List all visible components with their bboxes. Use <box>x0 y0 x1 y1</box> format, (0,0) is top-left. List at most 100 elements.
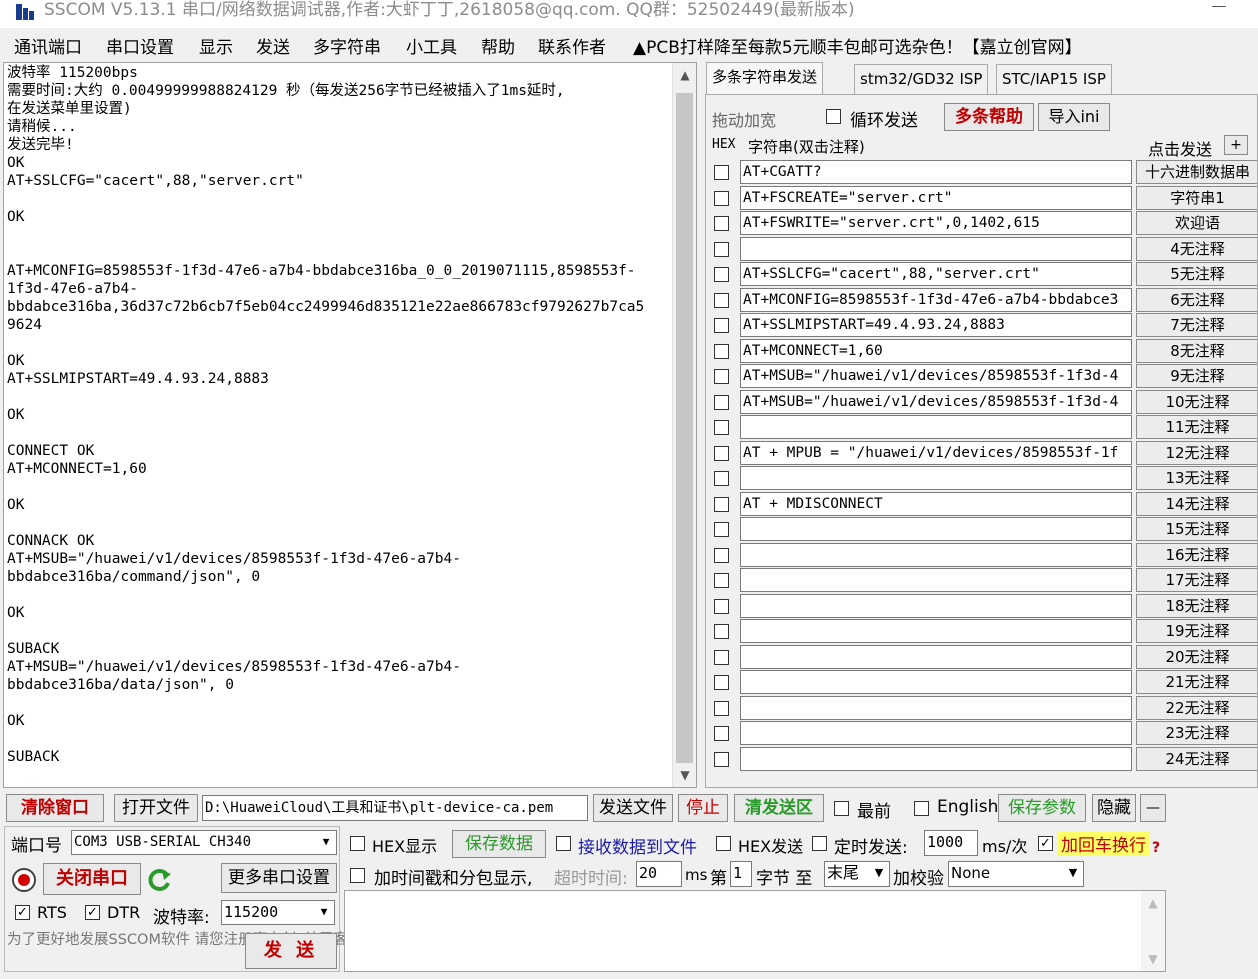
chevron-down-icon[interactable]: ▼ <box>314 901 334 924</box>
string-input[interactable]: AT+SSLMIPSTART=49.4.93.24,8883 <box>740 313 1132 337</box>
hex-display-checkbox[interactable] <box>350 836 365 851</box>
row-send-button[interactable]: 14无注释 <box>1136 491 1257 516</box>
save-params-button[interactable]: 保存参数 <box>998 794 1086 822</box>
chevron-down-icon[interactable]: ▼ <box>316 831 336 854</box>
tab-stm32-isp[interactable]: stm32/GD32 ISP <box>854 64 989 94</box>
string-input[interactable] <box>740 517 1132 541</box>
row-send-button[interactable]: 15无注释 <box>1136 517 1257 541</box>
row-send-button[interactable]: 24无注释 <box>1136 746 1257 771</box>
scrollbar-thumb[interactable] <box>676 93 693 763</box>
row-send-button[interactable]: 21无注释 <box>1136 670 1257 694</box>
timed-send-checkbox[interactable] <box>812 836 827 851</box>
string-input[interactable]: AT + MPUB = "/huawei/v1/devices/8598553f… <box>740 440 1132 465</box>
send-scrollbar[interactable]: ▲ ▼ <box>1141 891 1165 971</box>
hide-button[interactable]: 隐藏 <box>1092 794 1136 822</box>
scroll-up-icon[interactable]: ▲ <box>673 63 697 87</box>
hex-checkbox[interactable] <box>714 292 729 308</box>
string-input[interactable]: AT+MCONNECT=1,60 <box>740 338 1132 363</box>
string-input[interactable] <box>740 466 1132 490</box>
more-serial-settings-button[interactable]: 更多串口设置 <box>221 863 337 893</box>
row-send-button[interactable]: 11无注释 <box>1136 415 1257 439</box>
scroll-down-icon[interactable]: ▼ <box>1141 947 1165 971</box>
refresh-icon[interactable] <box>147 867 173 893</box>
row-send-button[interactable]: 16无注释 <box>1136 542 1257 567</box>
menu-serial-settings[interactable]: 串口设置 <box>106 33 174 58</box>
menu-help[interactable]: 帮助 <box>481 33 515 58</box>
string-input[interactable] <box>740 619 1132 643</box>
string-input[interactable] <box>740 568 1132 592</box>
row-send-button[interactable]: 6无注释 <box>1136 287 1257 312</box>
string-input[interactable] <box>740 670 1132 694</box>
dtr-checkbox[interactable] <box>85 905 100 920</box>
string-input[interactable] <box>740 721 1132 745</box>
string-input[interactable]: AT+FSWRITE="server.crt",0,1402,615 <box>740 211 1132 235</box>
menu-contact-author[interactable]: 联系作者 <box>538 33 606 58</box>
string-input[interactable] <box>740 695 1132 720</box>
hex-checkbox[interactable] <box>714 522 729 537</box>
hex-send-checkbox[interactable] <box>716 836 731 851</box>
string-input[interactable]: AT+MSUB="/huawei/v1/devices/8598553f-1f3… <box>740 364 1132 388</box>
row-send-button[interactable]: 4无注释 <box>1136 236 1257 261</box>
string-input[interactable] <box>740 644 1132 669</box>
menu-tools[interactable]: 小工具 <box>406 33 457 58</box>
hex-checkbox[interactable] <box>714 700 729 716</box>
row-send-button[interactable]: 10无注释 <box>1136 389 1257 414</box>
close-port-button[interactable]: 关闭串口 <box>43 863 141 895</box>
string-input[interactable] <box>740 415 1132 439</box>
chevron-down-icon[interactable]: ▼ <box>1063 862 1083 886</box>
hex-checkbox[interactable] <box>714 369 729 384</box>
row-send-button[interactable]: 7无注释 <box>1136 313 1257 337</box>
end-select[interactable]: 末尾 ▼ <box>824 861 890 887</box>
receive-area[interactable]: 波特率 115200bps 需要时间:大约 0.0049999998882412… <box>3 62 697 788</box>
row-send-button[interactable]: 十六进制数据串 <box>1136 160 1257 184</box>
hex-checkbox[interactable] <box>714 649 729 665</box>
string-input[interactable]: AT+FSCREATE="server.crt" <box>740 185 1132 210</box>
drag-widen-label[interactable]: 拖动加宽 <box>712 107 776 131</box>
menu-comm-port[interactable]: 通讯端口 <box>14 33 82 58</box>
send-file-button[interactable]: 发送文件 <box>593 794 673 822</box>
open-file-button[interactable]: 打开文件 <box>114 794 198 822</box>
menu-send[interactable]: 发送 <box>256 33 290 58</box>
clear-window-button[interactable]: 清除窗口 <box>6 794 104 822</box>
row-send-button[interactable]: 字符串1 <box>1136 185 1257 210</box>
row-send-button[interactable]: 22无注释 <box>1136 695 1257 720</box>
checksum-select[interactable]: None ▼ <box>948 861 1084 887</box>
row-send-button[interactable]: 13无注释 <box>1136 466 1257 490</box>
chevron-down-icon[interactable]: ▼ <box>869 862 889 886</box>
row-send-button[interactable]: 23无注释 <box>1136 721 1257 745</box>
save-data-button[interactable]: 保存数据 <box>452 830 546 858</box>
row-send-button[interactable]: 8无注释 <box>1136 338 1257 363</box>
hex-checkbox[interactable] <box>714 471 729 486</box>
hex-checkbox[interactable] <box>714 394 729 410</box>
menu-promo-link[interactable]: ▲PCB打样降至每款5元顺丰包邮可选杂色！【嘉立创官网】 <box>633 33 1082 58</box>
hex-checkbox[interactable] <box>714 726 729 741</box>
hex-checkbox[interactable] <box>714 624 729 639</box>
timestamp-checkbox[interactable] <box>350 868 365 883</box>
baud-rate-select[interactable]: 115200 ▼ <box>221 900 335 925</box>
row-send-button[interactable]: 9无注释 <box>1136 364 1257 388</box>
rts-checkbox[interactable] <box>15 905 30 920</box>
hex-checkbox[interactable] <box>714 190 729 206</box>
tab-multi-string[interactable]: 多条字符串发送 <box>706 62 824 94</box>
menu-display[interactable]: 显示 <box>199 33 233 58</box>
byte-index-input[interactable]: 1 <box>730 861 752 887</box>
hex-checkbox[interactable] <box>714 547 729 563</box>
loop-send-checkbox[interactable] <box>826 109 841 124</box>
row-send-button[interactable]: 5无注释 <box>1136 262 1257 286</box>
topmost-checkbox[interactable] <box>834 801 849 816</box>
import-ini-button[interactable]: 导入ini <box>1038 103 1110 131</box>
interval-input[interactable]: 1000 <box>924 830 978 856</box>
hex-checkbox[interactable] <box>714 675 729 690</box>
row-send-button[interactable]: 19无注释 <box>1136 619 1257 643</box>
scroll-up-icon[interactable]: ▲ <box>1141 891 1165 915</box>
hex-checkbox[interactable] <box>714 267 729 282</box>
string-input[interactable] <box>740 593 1132 618</box>
string-input[interactable]: AT+SSLCFG="cacert",88,"server.crt" <box>740 262 1132 286</box>
string-input[interactable]: AT + MDISCONNECT <box>740 491 1132 516</box>
help-question-icon[interactable]: ? <box>1152 840 1160 856</box>
hex-checkbox[interactable] <box>714 445 729 461</box>
add-row-button[interactable]: + <box>1224 135 1248 155</box>
row-send-button[interactable]: 17无注释 <box>1136 568 1257 592</box>
hex-checkbox[interactable] <box>714 420 729 435</box>
port-select[interactable]: COM3 USB-SERIAL CH340 ▼ <box>71 830 337 855</box>
